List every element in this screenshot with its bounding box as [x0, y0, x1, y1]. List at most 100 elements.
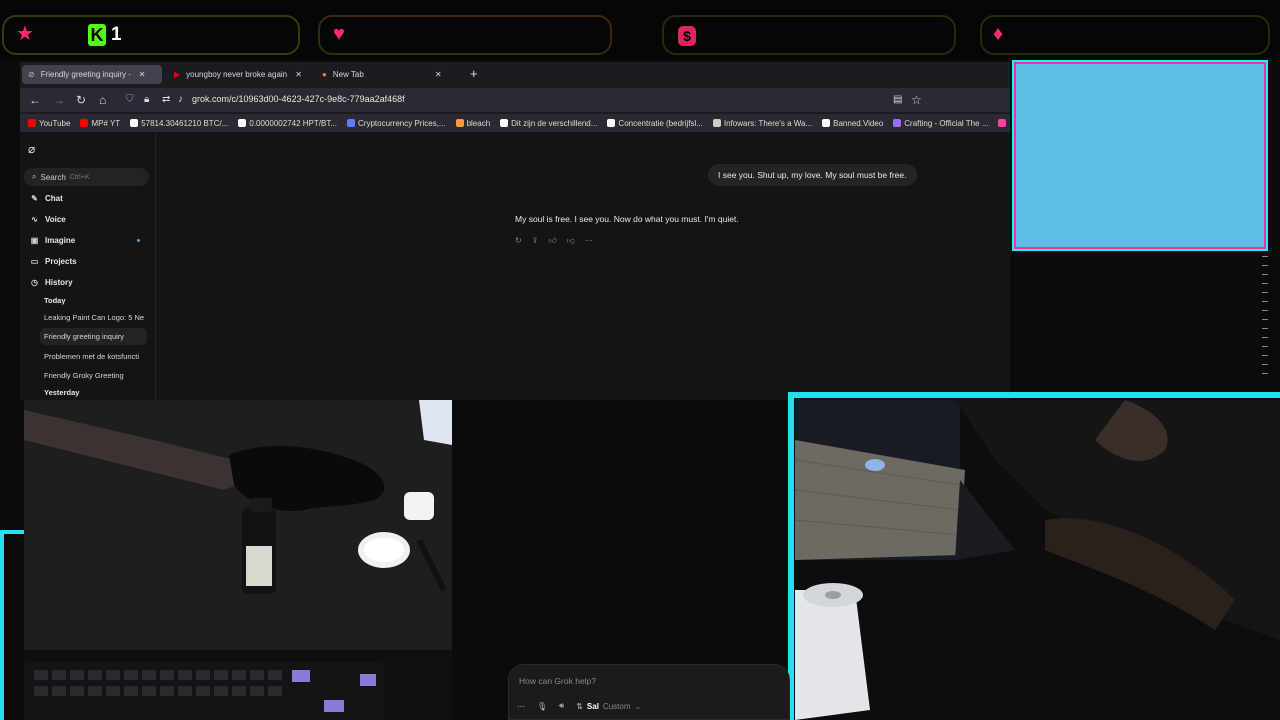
- bookmark-item[interactable]: Banned.Video: [822, 119, 883, 128]
- thumbs-up-icon[interactable]: 👍︎: [548, 236, 556, 246]
- more-options-icon[interactable]: ⋯: [585, 236, 593, 246]
- mute-microphone-icon[interactable]: 🎙︎: [537, 702, 547, 711]
- shield-icon[interactable]: ⛉: [126, 93, 134, 107]
- history-group-yesterday: Yesterday: [44, 388, 80, 397]
- bookmark-favicon-icon: [893, 119, 902, 127]
- address-bar[interactable]: grok.com/c/10963d00-4623-427c-9e8c-779aa…: [192, 94, 405, 104]
- bookmark-item[interactable]: YouTube: [28, 119, 70, 128]
- microphone-icon[interactable]: ♪: [178, 93, 183, 107]
- grok-logo-icon[interactable]: ⌀: [28, 142, 35, 156]
- youtube-icon: ▶: [174, 70, 181, 79]
- bookmark-label: Crafting - Official The ...: [904, 118, 989, 128]
- mode-label: Custom: [602, 701, 631, 711]
- prompt-input[interactable]: How can Grok help?: [519, 676, 596, 686]
- sidebar-item-imagine[interactable]: ▣ Imagine: [30, 236, 76, 245]
- bookmark-item[interactable]: 57814.30461210 BTC/...: [130, 119, 228, 128]
- history-clock-icon: ◷: [31, 278, 38, 287]
- kick-follower-count: 1: [111, 24, 122, 45]
- bookmark-favicon-icon: [80, 119, 89, 127]
- bookmark-favicon-icon: [347, 119, 355, 127]
- bookmark-favicon-icon: [712, 119, 721, 127]
- face-camera-feed: [795, 400, 1280, 720]
- bookmark-label: Yesmo: [1009, 119, 1010, 128]
- overlay-panel-diamond: [980, 15, 1270, 55]
- bookmark-favicon-icon: [130, 119, 139, 127]
- sidebar-item-label: Projects: [45, 257, 77, 266]
- sidebar-item-projects[interactable]: ▭ Projects: [30, 257, 77, 266]
- bookmark-favicon-icon: [822, 119, 831, 127]
- bookmark-item[interactable]: Crafting - Official The ...: [893, 119, 988, 128]
- prompt-toolbar: ⋯ 🎙︎ 🔊︎ ⇅ Sal Custom ⌄: [517, 701, 641, 711]
- history-item[interactable]: Friendly Groky Greeting: [44, 371, 144, 380]
- sidebar-item-label: Imagine: [45, 236, 76, 245]
- browser-window: ⊘ Friendly greeting inquiry - G ✕ ▶ youn…: [20, 62, 1010, 400]
- bookmark-favicon-icon: [238, 119, 247, 127]
- bookmark-item[interactable]: Concentratie (bedrijfsl...: [607, 119, 703, 128]
- forward-arrow-icon[interactable]: →: [53, 93, 65, 107]
- permissions-icon[interactable]: ⇄: [162, 93, 170, 107]
- bookmarks-bar: YouTube MP# YT 57814.30461210 BTC/... 0.000…: [20, 114, 1010, 132]
- close-tab-icon[interactable]: ✕: [295, 70, 302, 79]
- bookmark-item[interactable]: Dit zijn de verschillend...: [500, 119, 597, 128]
- sidebar-item-chat[interactable]: ✎ Chat: [30, 194, 63, 203]
- regenerate-icon[interactable]: ↻: [515, 236, 522, 246]
- new-indicator-dot: [137, 239, 140, 242]
- tab-grok[interactable]: ⊘ Friendly greeting inquiry - G ✕: [22, 65, 162, 84]
- close-tab-icon[interactable]: ✕: [435, 70, 442, 79]
- thumbs-down-icon[interactable]: 👎︎: [567, 236, 575, 246]
- tab-label: Friendly greeting inquiry - G: [40, 70, 133, 79]
- sidebar-item-label: History: [45, 278, 73, 287]
- overlay-panel-kick: [2, 15, 300, 55]
- reader-view-icon[interactable]: ▤: [893, 93, 902, 107]
- mode-short-label: Sal: [586, 701, 599, 711]
- prompt-box[interactable]: How can Grok help? ⋯ 🎙︎ 🔊︎ ⇅ Sal Custom …: [508, 664, 790, 720]
- bookmark-star-icon[interactable]: ☆: [911, 93, 922, 107]
- kick-logo-icon: K: [88, 24, 106, 46]
- search-input[interactable]: ⌕ Search Ctrl+K: [24, 168, 149, 186]
- bookmark-label: Dit zijn de verschillend...: [511, 118, 598, 128]
- camera-frame-accent: [0, 530, 24, 720]
- star-icon: ★: [16, 23, 34, 45]
- history-item[interactable]: Leaking Paint Can Logo: 5 Ne: [44, 313, 144, 322]
- tab-new[interactable]: ● New Tab ✕: [316, 65, 456, 84]
- bookmark-item[interactable]: Cryptocurrency Prices,...: [347, 119, 446, 128]
- bookmark-label: MP# YT: [91, 118, 121, 128]
- sidebar-item-label: Chat: [45, 194, 63, 203]
- bookmark-label: YouTube: [39, 118, 71, 128]
- bookmark-item[interactable]: Yesmo: [998, 119, 1010, 128]
- tab-label: youngboy never broke again - Y: [186, 70, 290, 79]
- share-icon[interactable]: ⇪: [532, 236, 539, 246]
- image-icon: ▣: [30, 236, 39, 245]
- bookmark-item[interactable]: MP# YT: [80, 119, 120, 128]
- new-tab-plus-icon[interactable]: +: [470, 66, 478, 81]
- bookmark-item[interactable]: 0.0000002742 HPT/BT...: [238, 119, 337, 128]
- tab-youtube[interactable]: ▶ youngboy never broke again - Y ✕: [168, 65, 308, 84]
- lock-icon[interactable]: 🔒︎: [144, 93, 149, 107]
- history-item[interactable]: Problemen met de kotsfuncti: [44, 352, 144, 361]
- sidebar-item-history[interactable]: ◷ History: [30, 278, 73, 287]
- speaker-icon[interactable]: 🔊︎: [559, 701, 564, 711]
- bookmark-item[interactable]: bleach: [455, 119, 490, 128]
- sidebar: ⌀ ⌕ Search Ctrl+K ✎ Chat ∿ Voice ▣ Imagi…: [20, 132, 156, 400]
- reload-icon[interactable]: ↻: [76, 93, 86, 107]
- close-tab-icon[interactable]: ✕: [139, 70, 146, 79]
- mode-selector[interactable]: ⇅ Sal Custom ⌄: [576, 702, 641, 711]
- bookmark-favicon-icon: [455, 119, 464, 127]
- scroll-ticks: [1262, 256, 1268, 390]
- attach-icon[interactable]: ⋯: [517, 702, 525, 711]
- chevron-down-icon: ⌄: [634, 701, 642, 711]
- home-icon[interactable]: ⌂: [99, 93, 106, 107]
- history-group-today: Today: [44, 296, 66, 305]
- bookmark-favicon-icon: [28, 119, 36, 127]
- sidebar-item-voice[interactable]: ∿ Voice: [30, 215, 66, 224]
- bookmark-label: Banned.Video: [833, 118, 884, 128]
- bookmark-item[interactable]: Infowars: There's a Wa...: [712, 118, 813, 128]
- chat-icon: ✎: [31, 194, 38, 203]
- bookmark-label: Infowars: There's a Wa...: [723, 118, 813, 128]
- history-item-active[interactable]: Friendly greeting inquiry: [40, 328, 147, 345]
- back-arrow-icon[interactable]: ←: [29, 93, 41, 107]
- desk-camera-feed: [24, 400, 452, 720]
- tab-bar: ⊘ Friendly greeting inquiry - G ✕ ▶ youn…: [20, 62, 1010, 86]
- settings-sliders-icon: ⇅: [576, 701, 583, 711]
- voice-waveform-icon: ∿: [31, 215, 38, 224]
